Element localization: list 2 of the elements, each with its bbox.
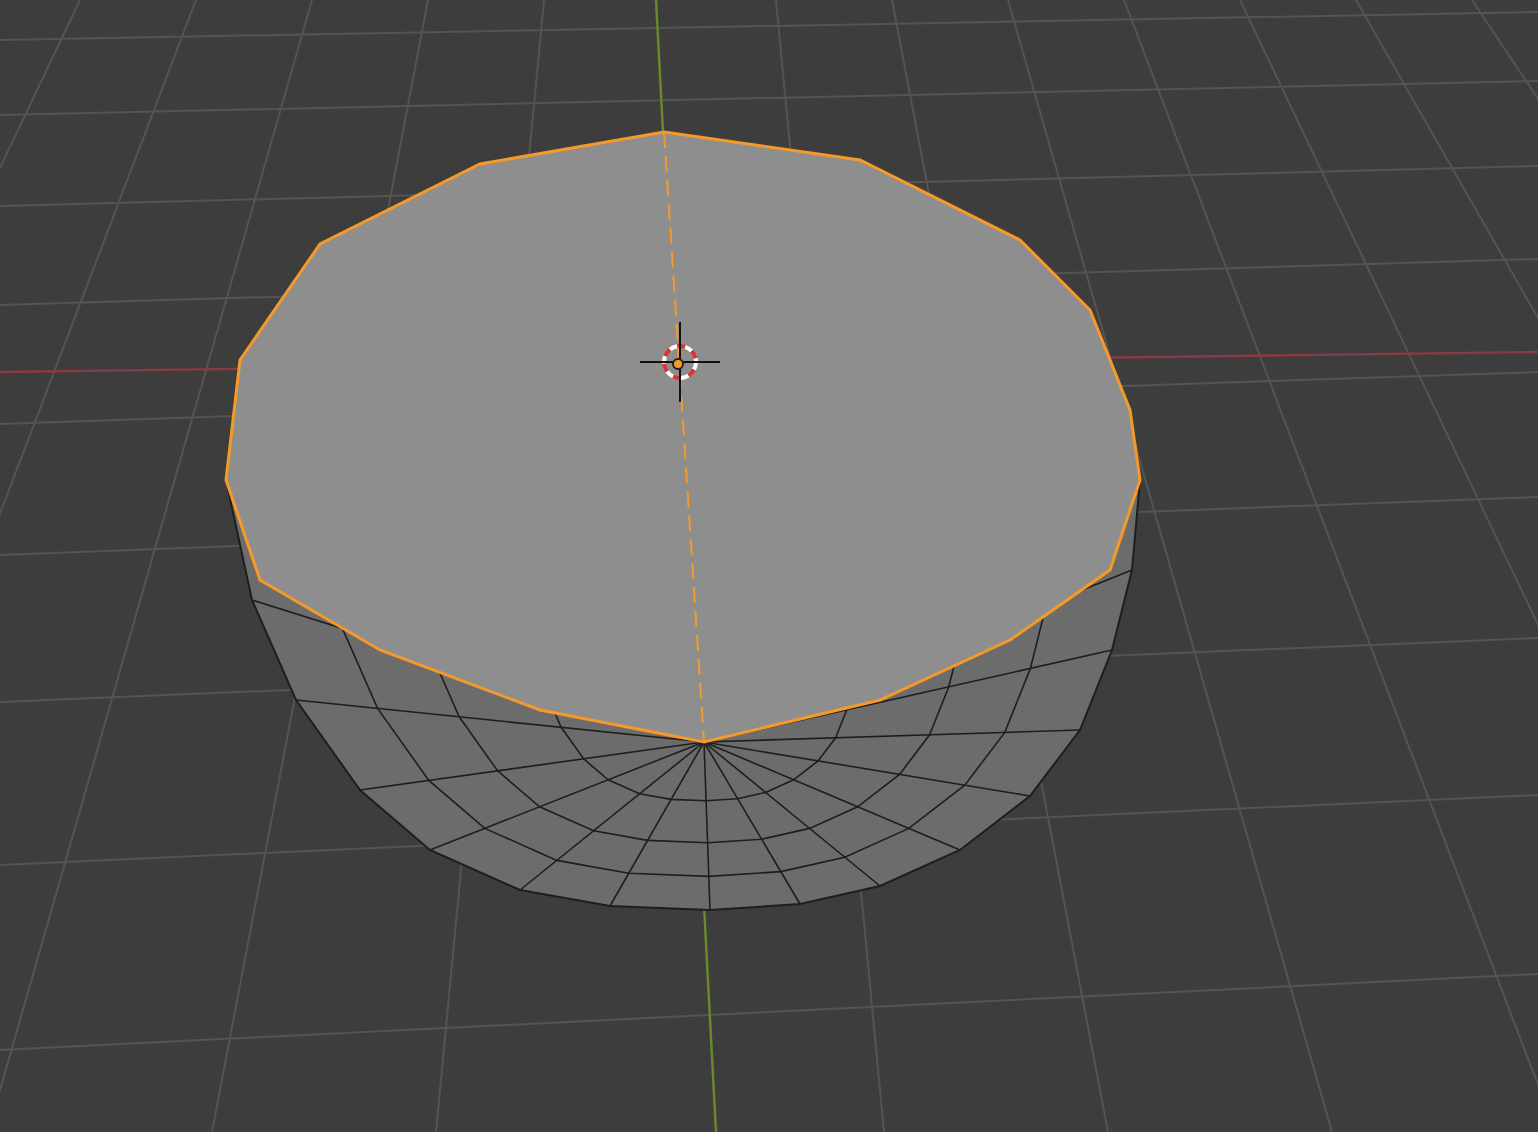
3d-cursor-icon (639, 321, 721, 403)
origin-dot (672, 358, 684, 370)
